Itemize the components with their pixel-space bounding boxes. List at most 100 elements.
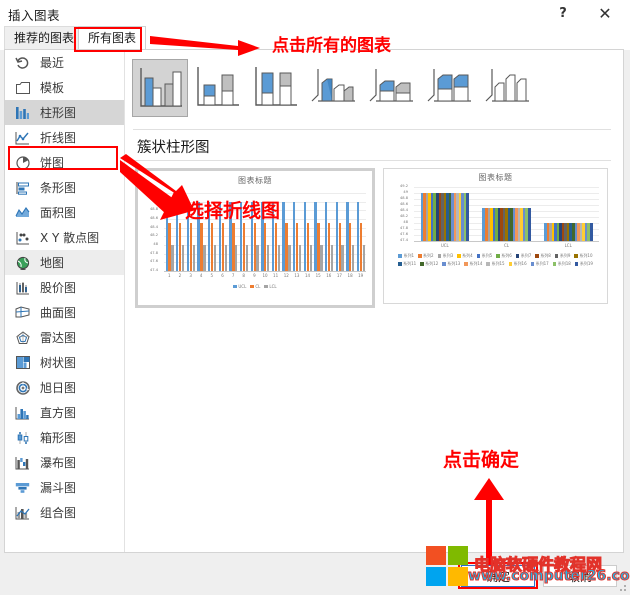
type-name-divider — [133, 160, 611, 161]
windows-logo-icon — [426, 546, 470, 588]
logo-square-1 — [448, 546, 468, 565]
gallery-thumb-stacked-column[interactable] — [190, 59, 246, 117]
gallery-thumb-3d-column[interactable] — [480, 59, 536, 117]
close-icon[interactable]: ✕ — [588, 0, 622, 26]
legend-item: 系列6 — [496, 253, 512, 259]
chart-subtype-gallery[interactable] — [126, 50, 623, 128]
x-axis — [414, 241, 599, 242]
legend-item: CL — [250, 284, 260, 289]
y-tick-label: 49 — [142, 200, 158, 204]
sidebar-item-label: 组合图 — [40, 504, 76, 521]
sidebar-item-14[interactable]: 直方图 — [5, 400, 124, 425]
combo-icon — [14, 505, 31, 521]
gallery-thumb-3d-stacked-column[interactable] — [364, 59, 420, 117]
bar-CL-s19 — [528, 208, 531, 241]
bar-LCL-2 — [182, 245, 184, 271]
bar-LCL-16 — [331, 245, 333, 271]
gallery-thumb-3d-clustered-column[interactable] — [306, 59, 362, 117]
y-tick-label: 48.2 — [142, 234, 158, 238]
chart-legend: UCLCLLCL — [138, 284, 372, 289]
map-icon — [14, 255, 31, 271]
bar-LCL-3 — [193, 245, 195, 271]
treemap-icon — [14, 355, 31, 371]
preview-stacked-column[interactable]: 图表标题49.24948.848.648.448.24847.847.647.4… — [383, 168, 608, 304]
chart-legend: 系列1系列2系列3系列4系列5系列6系列7系列8系列9系列10系列11系列12系… — [392, 253, 599, 267]
sidebar-item-label: 瀑布图 — [40, 454, 76, 471]
gallery-thumb-clustered-column[interactable] — [132, 59, 188, 117]
y-tick-label: 49.2 — [392, 185, 408, 189]
sidebar-item-7[interactable]: X Y 散点图 — [5, 225, 124, 250]
bar-LCL-4 — [203, 245, 205, 271]
logo-square-2 — [426, 567, 446, 586]
gallery-thumb-100-stacked-column[interactable] — [248, 59, 304, 117]
bar-LCL-14 — [310, 245, 312, 271]
y-tick-label: 48.2 — [392, 215, 408, 219]
sidebar-item-1[interactable]: 模板 — [5, 75, 124, 100]
sidebar-item-15[interactable]: 箱形图 — [5, 425, 124, 450]
sidebar-item-label: X Y 散点图 — [40, 229, 99, 246]
chart-title: 图表标题 — [384, 172, 607, 183]
chart-category-sidebar[interactable]: 最近模板柱形图折线图饼图条形图面积图X Y 散点图地图股价图曲面图雷达图树状图旭… — [5, 50, 125, 552]
legend-item: 系列4 — [457, 253, 473, 259]
y-tick-label: 47.6 — [142, 260, 158, 264]
legend-item: 系列11 — [398, 261, 416, 267]
bar-UCL-s19 — [466, 193, 469, 241]
sidebar-item-9[interactable]: 股价图 — [5, 275, 124, 300]
y-tick-label: 48.6 — [392, 203, 408, 207]
sidebar-item-18[interactable]: 组合图 — [5, 500, 124, 525]
scatter-icon — [14, 230, 31, 246]
logo-square-0 — [426, 546, 446, 565]
gallery-divider — [133, 129, 611, 130]
bar-LCL-13 — [299, 245, 301, 271]
legend-item: 系列15 — [486, 261, 504, 267]
bar-LCL-1 — [171, 245, 173, 271]
legend-item: 系列14 — [464, 261, 482, 267]
bar-LCL-12 — [288, 245, 290, 271]
sidebar-item-5[interactable]: 条形图 — [5, 175, 124, 200]
legend-item: 系列5 — [477, 253, 493, 259]
sidebar-item-11[interactable]: 雷达图 — [5, 325, 124, 350]
sidebar-item-6[interactable]: 面积图 — [5, 200, 124, 225]
dialog-titlebar: 插入图表 ? ✕ — [0, 0, 630, 26]
y-tick-label: 48 — [392, 221, 408, 225]
surface-icon — [14, 305, 31, 321]
x-tick-label: UCL — [435, 244, 455, 248]
legend-item: 系列18 — [553, 261, 571, 267]
anno-box-line-chart-item — [8, 146, 118, 170]
x-tick-label: CL — [497, 244, 517, 248]
sidebar-item-17[interactable]: 漏斗图 — [5, 475, 124, 500]
legend-item: 系列10 — [574, 253, 592, 259]
y-tick-label: 48.4 — [142, 226, 158, 230]
sidebar-item-label: 柱形图 — [40, 104, 76, 121]
y-tick-label: 48.6 — [142, 217, 158, 221]
sidebar-item-2[interactable]: 柱形图 — [5, 100, 124, 125]
legend-item: 系列12 — [420, 261, 438, 267]
sidebar-item-10[interactable]: 曲面图 — [5, 300, 124, 325]
anno-click-all-charts: 点击所有的图表 — [272, 31, 391, 56]
legend-item: 系列8 — [535, 253, 551, 259]
anno-box-all-charts-tab — [74, 27, 142, 52]
legend-item: 系列19 — [575, 261, 593, 267]
sidebar-item-16[interactable]: 瀑布图 — [5, 450, 124, 475]
sidebar-item-13[interactable]: 旭日图 — [5, 375, 124, 400]
preview-clustered-column[interactable]: 图表标题49.24948.848.648.448.24847.847.647.4… — [135, 168, 375, 308]
y-tick-label: 49.2 — [142, 191, 158, 195]
sidebar-item-label: 直方图 — [40, 404, 76, 421]
sidebar-item-0[interactable]: 最近 — [5, 50, 124, 75]
help-icon[interactable]: ? — [546, 0, 580, 26]
sidebar-item-label: 漏斗图 — [40, 479, 76, 496]
bar-LCL-18 — [352, 245, 354, 271]
sidebar-item-8[interactable]: 地图 — [5, 250, 124, 275]
gallery-thumb-3d-100-stacked-column[interactable] — [422, 59, 478, 117]
y-tick-label: 48.4 — [392, 209, 408, 213]
funnel-icon — [14, 480, 31, 496]
x-tick-label: 19 — [355, 274, 367, 278]
anno-select-line-chart: 选择折线图 — [185, 196, 280, 223]
boxplot-icon — [14, 430, 31, 446]
sidebar-item-12[interactable]: 树状图 — [5, 350, 124, 375]
histogram-icon — [14, 405, 31, 421]
bar-LCL-5 — [214, 245, 216, 271]
bar-icon — [14, 180, 31, 196]
tab-recommended-charts[interactable]: 推荐的图表 — [4, 26, 84, 50]
legend-item: 系列3 — [438, 253, 454, 259]
